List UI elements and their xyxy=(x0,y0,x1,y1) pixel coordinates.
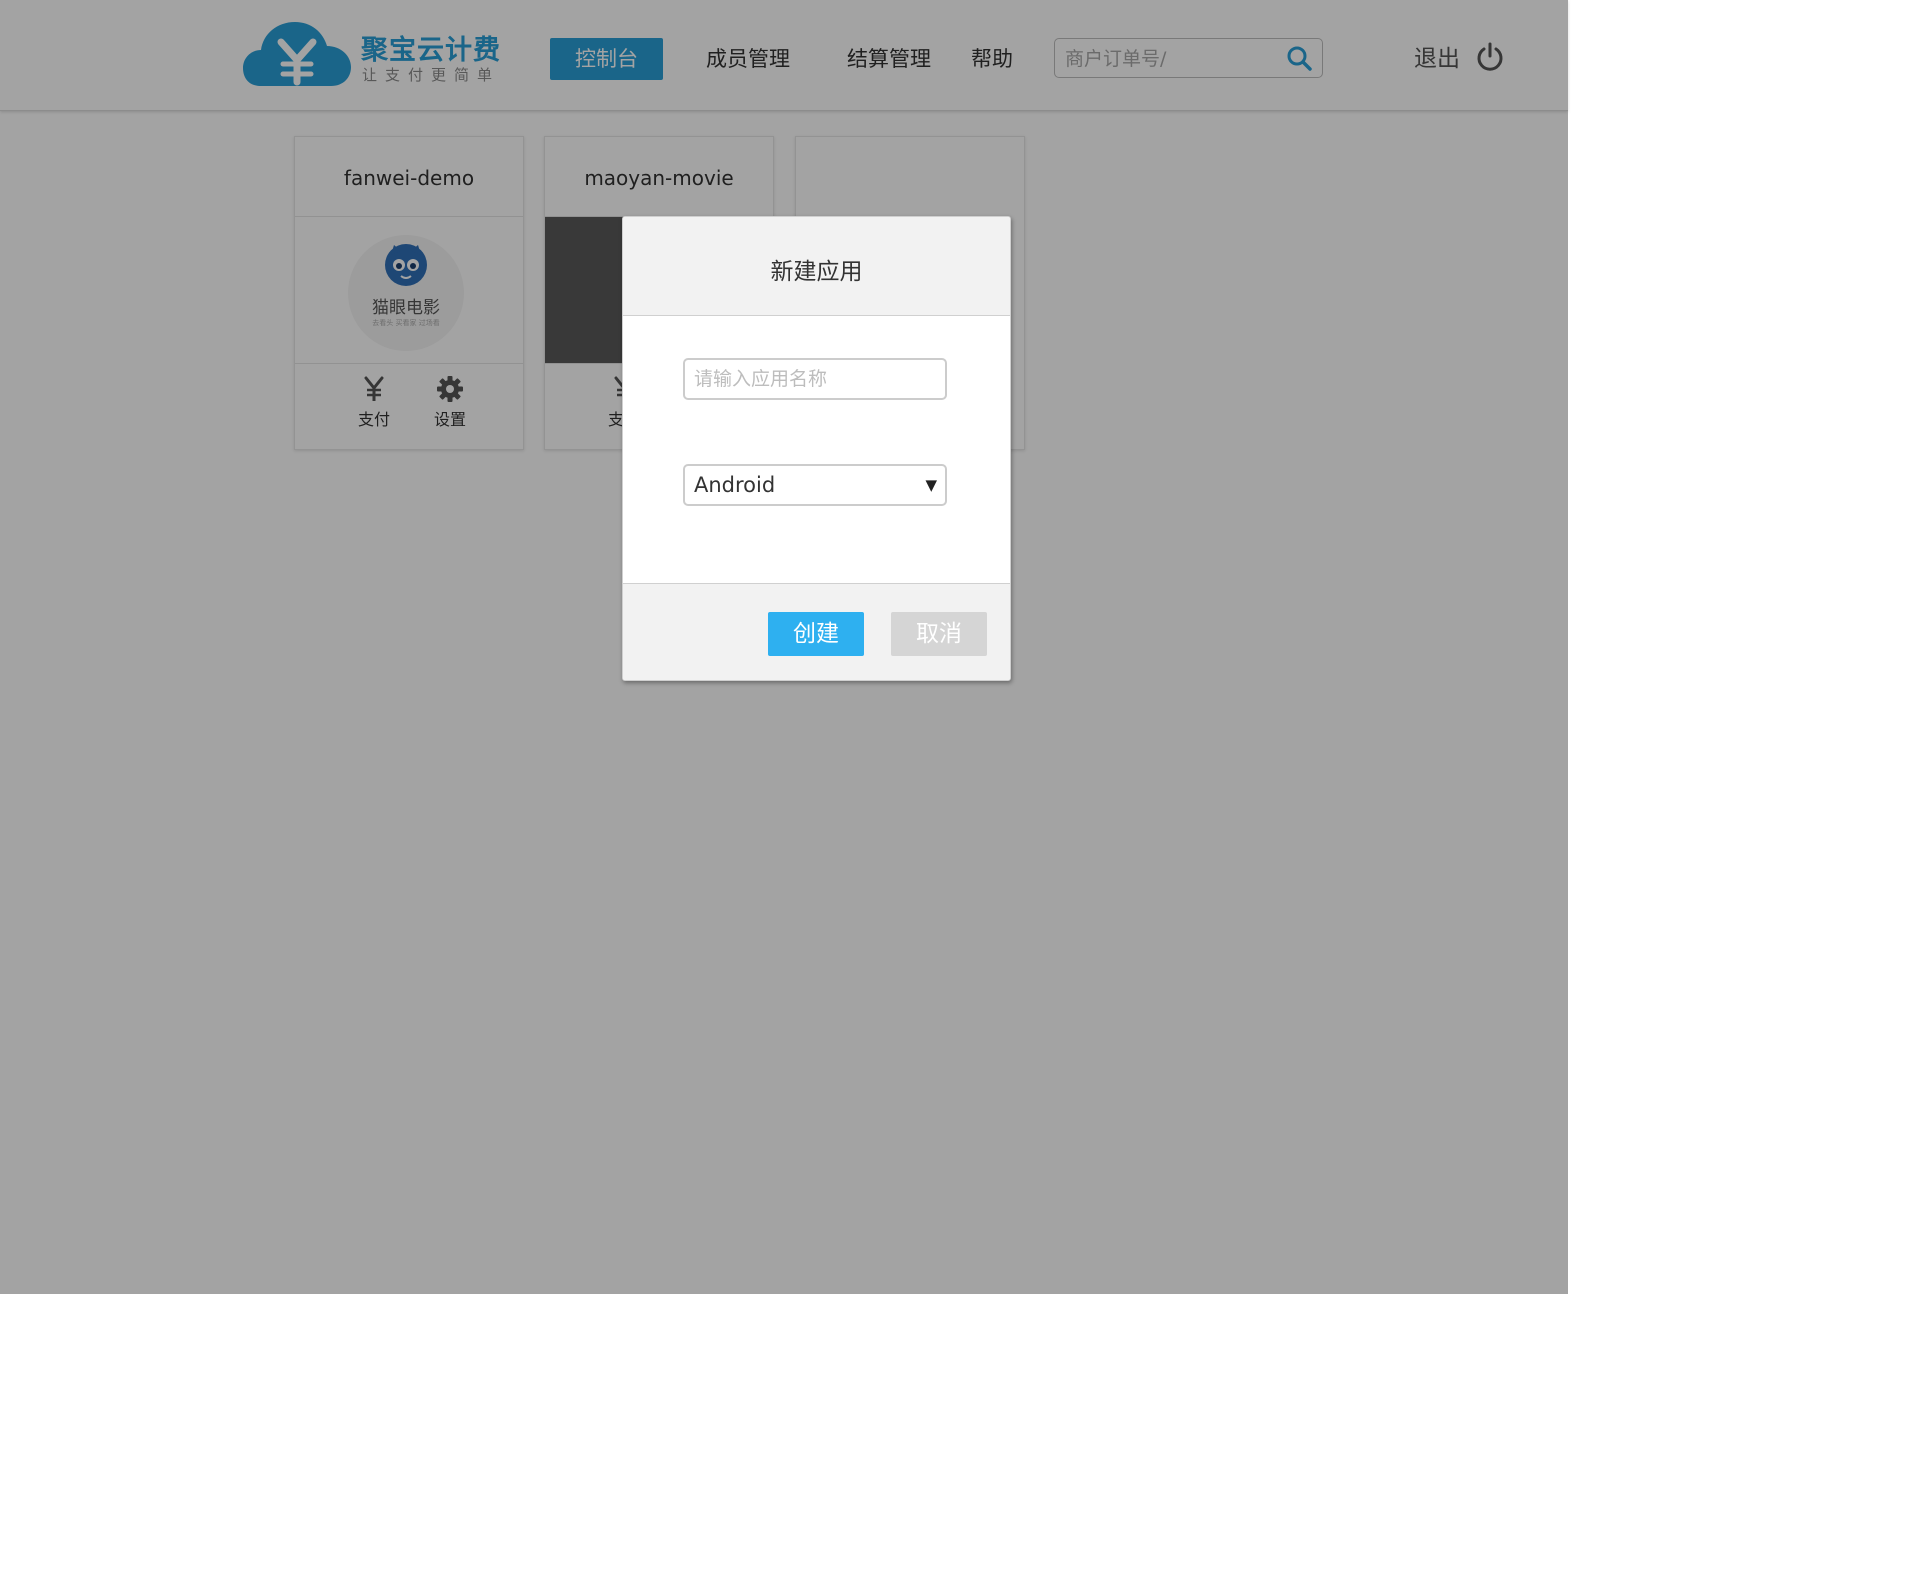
platform-select[interactable]: Android ▼ xyxy=(683,464,947,506)
dialog-title: 新建应用 xyxy=(623,217,1010,316)
page: 聚宝云计费 让支付更简单 控制台 成员管理 结算管理 帮助 退出 fanwei-… xyxy=(0,0,1568,1294)
app-name-input[interactable] xyxy=(683,358,947,400)
create-button[interactable]: 创建 xyxy=(768,612,864,656)
dialog-footer: 创建 取消 xyxy=(623,583,1010,680)
new-app-dialog: 新建应用 Android ▼ 创建 取消 xyxy=(622,216,1011,681)
cancel-button[interactable]: 取消 xyxy=(891,612,987,656)
chevron-down-icon: ▼ xyxy=(925,476,937,494)
platform-select-value: Android xyxy=(694,473,776,497)
